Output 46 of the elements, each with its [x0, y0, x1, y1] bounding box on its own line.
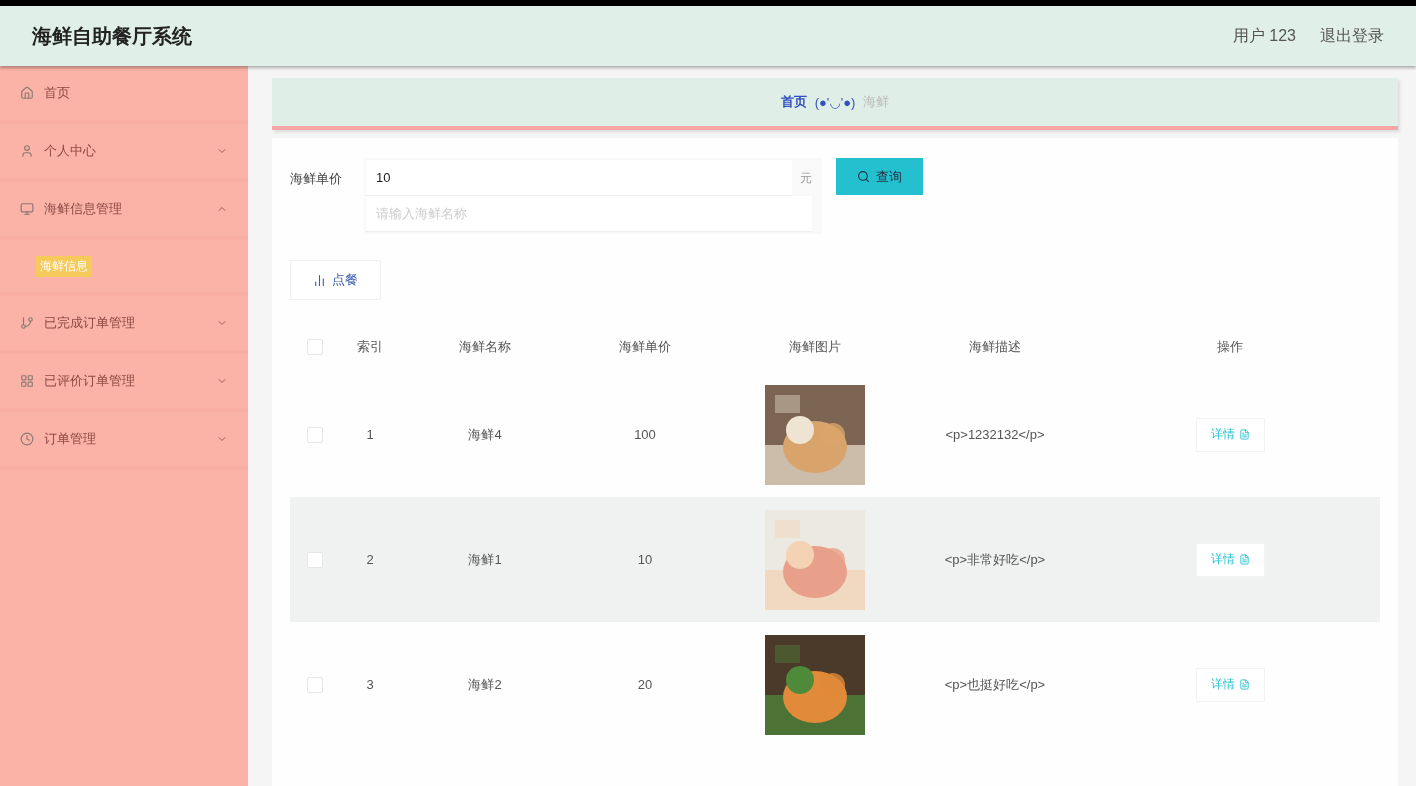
- menu-icon: [20, 86, 34, 100]
- menu-icon: [20, 316, 34, 330]
- table-cell-text: 海鲜1: [467, 550, 503, 569]
- table-cell-text: 10: [636, 552, 654, 567]
- table-cell-text: 1: [365, 427, 375, 442]
- column-header: 海鲜名称: [458, 338, 512, 356]
- order-button[interactable]: 点餐: [290, 260, 381, 300]
- logout-link[interactable]: 退出登录: [1320, 25, 1384, 47]
- detail-button[interactable]: 详情: [1195, 667, 1265, 702]
- document-icon: [1238, 554, 1250, 565]
- table-cell-text: <p>也挺好吃</p>: [943, 675, 1047, 694]
- unit-label: 元: [800, 169, 812, 187]
- app-title: 海鲜自助餐厅系统: [32, 23, 193, 49]
- table-cell-text: 100: [633, 427, 657, 442]
- column-header: 索引: [356, 338, 384, 356]
- select-all-checkbox[interactable]: [307, 339, 323, 355]
- table-cell-text: 海鲜2: [467, 675, 503, 694]
- column-header: 海鲜单价: [618, 338, 672, 356]
- table-cell-text: <p>非常好吃</p>: [943, 550, 1047, 569]
- document-icon: [1238, 679, 1250, 690]
- column-header: 操作: [1216, 338, 1244, 356]
- table-cell-text: 20: [636, 677, 654, 692]
- column-header: 海鲜描述: [968, 338, 1022, 356]
- table-cell-text: <p>1232132</p>: [944, 427, 1046, 442]
- row-checkbox[interactable]: [307, 676, 323, 693]
- table-cell-text: 3: [365, 677, 375, 692]
- detail-button[interactable]: 详情: [1195, 417, 1265, 452]
- menu-icon: [20, 432, 34, 446]
- table-cell-text: 海鲜4: [467, 425, 503, 444]
- menu-icon: [20, 144, 34, 158]
- field-label: 海鲜单价: [290, 170, 343, 188]
- column-header: 海鲜图片: [788, 338, 842, 356]
- face-emoticon: (●'◡'●): [814, 94, 856, 110]
- row-checkbox[interactable]: [307, 551, 323, 568]
- search-button[interactable]: 查询: [836, 158, 923, 195]
- detail-button[interactable]: 详情: [1195, 542, 1265, 577]
- menu-icon: [20, 374, 34, 388]
- breadcrumb-link[interactable]: 首页: [780, 93, 807, 111]
- search-icon: [857, 170, 870, 183]
- menu-icon: [20, 202, 34, 216]
- user-name: 用户 123: [1232, 25, 1296, 46]
- price-field[interactable]: 10: [366, 160, 792, 196]
- document-icon: [1238, 429, 1250, 440]
- row-checkbox[interactable]: [307, 426, 323, 443]
- table-cell-text: 2: [365, 552, 375, 567]
- bar-chart-icon: [313, 273, 326, 287]
